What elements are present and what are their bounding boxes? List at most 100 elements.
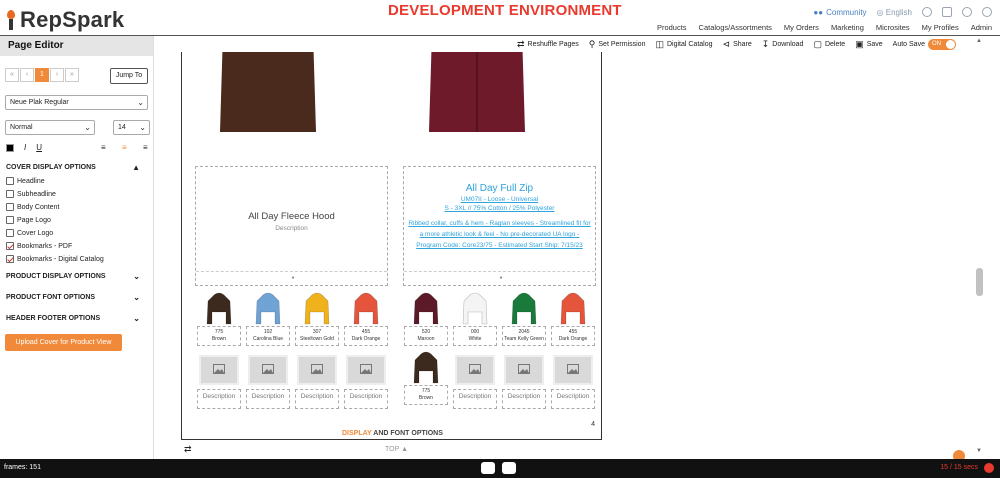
- nav-my-profiles[interactable]: My Profiles: [922, 23, 959, 32]
- cover-option-row[interactable]: Bookmarks - Digital Catalog: [6, 255, 104, 263]
- scroll-up-arrow[interactable]: ▲: [976, 38, 982, 44]
- camera-icon[interactable]: [481, 462, 495, 474]
- scroll-down-arrow[interactable]: ▼: [976, 448, 982, 454]
- image-placeholder[interactable]: [455, 355, 495, 385]
- page-editor-panel: Page Editor « ‹ 1 › » Jump To Neue Plak …: [0, 36, 154, 459]
- cover-option-checkbox[interactable]: [6, 242, 14, 250]
- color-swatch-card[interactable]: 455 Dark Orange: [551, 292, 595, 346]
- share-button[interactable]: ⊲ Share: [723, 39, 752, 50]
- cover-option-checkbox[interactable]: [6, 177, 14, 185]
- product-description-right[interactable]: All Day Full Zip UM07II - Loose - Univer…: [403, 166, 596, 286]
- image-placeholder[interactable]: [504, 355, 544, 385]
- back-to-top-link[interactable]: TOP ▲: [385, 446, 408, 453]
- jump-to-button[interactable]: Jump To: [110, 68, 148, 84]
- nav-marketing[interactable]: Marketing: [831, 23, 864, 32]
- nav-admin[interactable]: Admin: [971, 23, 992, 32]
- nav-products[interactable]: Products: [657, 23, 687, 32]
- image-placeholder[interactable]: [248, 355, 288, 385]
- italic-button[interactable]: I: [24, 143, 26, 152]
- upload-cover-button[interactable]: Upload Cover for Product View: [5, 334, 122, 351]
- image-placeholder[interactable]: [199, 355, 239, 385]
- cover-display-options-heading[interactable]: COVER DISPLAY OPTIONS ▲: [6, 163, 140, 172]
- bell-icon[interactable]: [922, 7, 932, 17]
- cover-option-checkbox[interactable]: [6, 190, 14, 198]
- cover-option-row[interactable]: Page Logo: [6, 216, 51, 224]
- nav-microsites[interactable]: Microsites: [876, 23, 910, 32]
- nav-my-orders[interactable]: My Orders: [784, 23, 819, 32]
- color-label: 000 White: [453, 326, 497, 346]
- placeholder-description[interactable]: Description: [344, 389, 388, 409]
- cover-option-row[interactable]: Bookmarks - PDF: [6, 242, 72, 250]
- placeholder-description[interactable]: Description: [246, 389, 290, 409]
- image-placeholder[interactable]: [346, 355, 386, 385]
- cover-option-row[interactable]: Subheadline: [6, 190, 56, 198]
- cover-option-row[interactable]: Cover Logo: [6, 229, 53, 237]
- delete-button[interactable]: ▢ Delete: [813, 39, 845, 50]
- color-swatch-card[interactable]: 307 Steeltown Gold: [295, 292, 339, 346]
- video-icon[interactable]: [502, 462, 516, 474]
- cover-option-row[interactable]: Body Content: [6, 203, 59, 211]
- scrollbar-thumb[interactable]: [976, 268, 983, 296]
- image-placeholder[interactable]: [553, 355, 593, 385]
- resize-handle[interactable]: ●: [292, 275, 295, 281]
- cover-option-checkbox[interactable]: [6, 255, 14, 263]
- digital-catalog-button[interactable]: ◫ Digital Catalog: [655, 39, 712, 50]
- image-placeholder[interactable]: [297, 355, 337, 385]
- shuffle-icon[interactable]: ⇄: [184, 444, 192, 455]
- font-size-select[interactable]: 14 ⌄: [113, 120, 150, 135]
- align-center-icon[interactable]: ≡: [122, 143, 127, 152]
- font-weight-select[interactable]: Normal ⌄: [5, 120, 95, 135]
- font-family-select[interactable]: Neue Plak Regular ⌄: [5, 95, 148, 110]
- color-swatch-card[interactable]: 2045 Team Kelly Green: [502, 292, 546, 346]
- color-swatch-card[interactable]: 455 Dark Orange: [344, 292, 388, 346]
- color-swatch-card[interactable]: 520 Maroon: [404, 292, 448, 346]
- auto-save-toggle[interactable]: ON: [927, 39, 956, 50]
- user-icon[interactable]: [982, 7, 992, 17]
- language-selector[interactable]: ◎ English: [877, 8, 912, 17]
- color-swatch-card[interactable]: 000 White: [453, 292, 497, 346]
- text-color-swatch[interactable]: [6, 143, 14, 152]
- cover-option-checkbox[interactable]: [6, 203, 14, 211]
- pager-current[interactable]: 1: [35, 68, 49, 82]
- product-description-left[interactable]: All Day Fleece Hood Description ●: [195, 166, 388, 286]
- reshuffle-label: Reshuffle Pages: [527, 41, 579, 48]
- repspark-logo[interactable]: RepSpark: [6, 7, 124, 33]
- seconds-counter: 15 / 15 secs: [940, 464, 978, 471]
- color-swatch-card[interactable]: 102 Carolina Blue: [246, 292, 290, 346]
- hero-hoodie-brown-image[interactable]: [218, 52, 318, 142]
- display-font-options-link[interactable]: DISPLAY AND FONT OPTIONS: [342, 430, 443, 437]
- community-link[interactable]: ●● Community: [813, 8, 866, 17]
- underline-button[interactable]: U: [36, 143, 42, 152]
- color-swatch-card[interactable]: 775 Brown: [404, 351, 448, 405]
- product-font-options-heading[interactable]: PRODUCT FONT OPTIONS ⌄: [6, 293, 140, 302]
- cover-option-checkbox[interactable]: [6, 216, 14, 224]
- document-icon[interactable]: [942, 7, 952, 17]
- set-permission-button[interactable]: ⚲ Set Permission: [589, 39, 646, 50]
- placeholder-description[interactable]: Description: [197, 389, 241, 409]
- align-right-icon[interactable]: ≡: [143, 143, 148, 152]
- placeholder-description[interactable]: Description: [295, 389, 339, 409]
- product-display-options-heading[interactable]: PRODUCT DISPLAY OPTIONS ⌄: [6, 272, 140, 281]
- cover-option-checkbox[interactable]: [6, 229, 14, 237]
- pager-prev[interactable]: ‹: [20, 68, 34, 82]
- placeholder-description[interactable]: Description: [502, 389, 546, 409]
- cover-option-row[interactable]: Headline: [6, 177, 45, 185]
- stop-record-icon[interactable]: [984, 463, 994, 473]
- book-icon: ◫: [655, 39, 664, 49]
- help-icon[interactable]: [962, 7, 972, 17]
- pager-first[interactable]: «: [5, 68, 19, 82]
- placeholder-description[interactable]: Description: [453, 389, 497, 409]
- placeholder-description[interactable]: Description: [551, 389, 595, 409]
- color-swatch-card[interactable]: 775 Brown: [197, 292, 241, 346]
- save-button[interactable]: ▣ Save: [855, 39, 882, 50]
- nav-catalogs[interactable]: Catalogs/Assortments: [699, 23, 772, 32]
- scrollbar-track[interactable]: [974, 36, 986, 457]
- resize-handle[interactable]: ●: [500, 275, 503, 281]
- pager-next[interactable]: ›: [50, 68, 64, 82]
- reshuffle-pages-button[interactable]: ⇄ Reshuffle Pages: [517, 39, 579, 50]
- header-footer-options-heading[interactable]: HEADER FOOTER OPTIONS ⌄: [6, 314, 140, 323]
- pager-last[interactable]: »: [65, 68, 79, 82]
- align-left-icon[interactable]: ≡: [101, 143, 106, 152]
- download-button[interactable]: ↧ Download: [762, 39, 804, 50]
- hero-zip-maroon-image[interactable]: [427, 52, 527, 142]
